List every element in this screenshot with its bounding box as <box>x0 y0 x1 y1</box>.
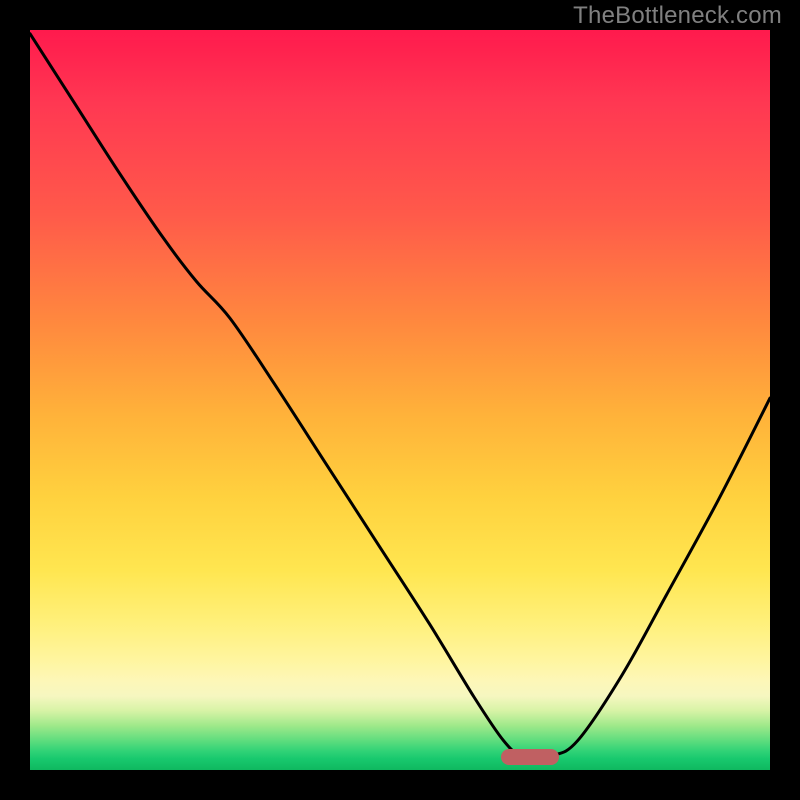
optimal-marker <box>501 749 559 765</box>
chart-frame: TheBottleneck.com <box>0 0 800 800</box>
plot-area <box>30 30 770 770</box>
curve-path <box>30 34 770 757</box>
watermark-text: TheBottleneck.com <box>573 2 782 30</box>
bottleneck-curve <box>30 30 770 770</box>
